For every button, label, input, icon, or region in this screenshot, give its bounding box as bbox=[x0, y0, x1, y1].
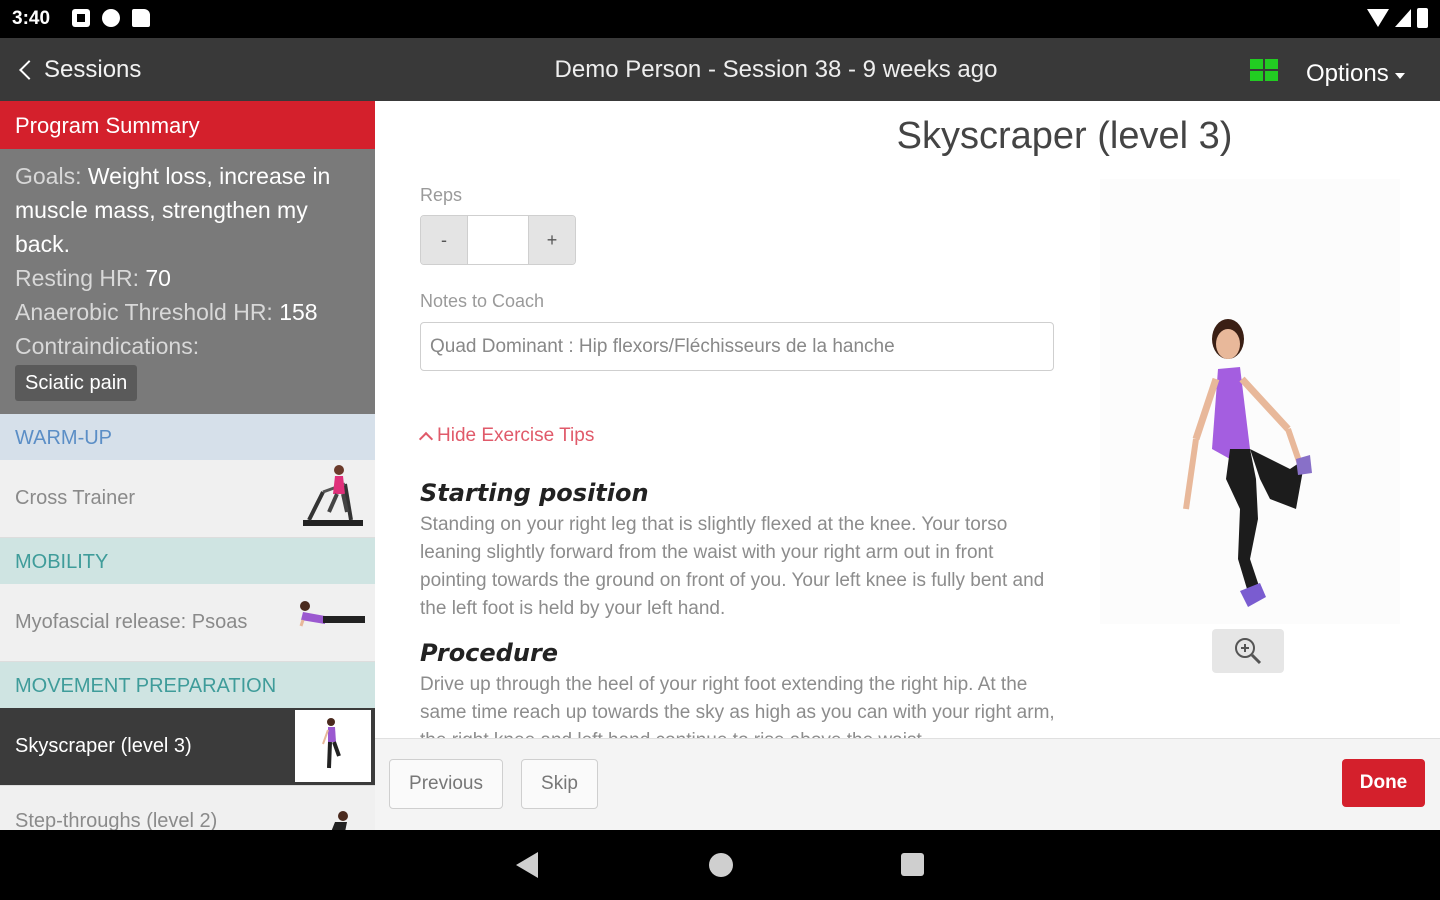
app-bar: Sessions Demo Person - Session 38 - 9 we… bbox=[0, 38, 1440, 101]
app-notification-icon bbox=[102, 9, 120, 27]
sd-card-icon bbox=[132, 9, 150, 27]
section-movement-preparation: MOVEMENT PREPARATION bbox=[0, 662, 375, 708]
anaerobic-hr-line: Anaerobic Threshold HR: 158 bbox=[15, 295, 360, 329]
notes-to-coach-label: Notes to Coach bbox=[420, 291, 545, 311]
skyscraper-thumbnail bbox=[295, 710, 371, 782]
section-warm-up: WARM-UP bbox=[0, 414, 375, 460]
nav-recents-icon[interactable] bbox=[901, 853, 924, 876]
exercise-item-label: Step-throughs (level 2) bbox=[15, 810, 218, 830]
exercise-title: Skyscraper (level 3) bbox=[375, 115, 1440, 158]
resting-hr-value: 70 bbox=[145, 265, 171, 291]
status-notification-icons bbox=[72, 9, 150, 27]
status-time: 3:40 bbox=[12, 8, 51, 29]
page-title: Demo Person - Session 38 - 9 weeks ago bbox=[554, 56, 998, 83]
goals-line: Goals: Weight loss, increase in muscle m… bbox=[15, 159, 360, 261]
notification-icon bbox=[72, 9, 90, 27]
anaerobic-hr-value: 158 bbox=[279, 299, 318, 325]
nav-home-icon[interactable] bbox=[709, 853, 733, 877]
previous-button[interactable]: Previous bbox=[389, 759, 503, 809]
skip-button[interactable]: Skip bbox=[521, 759, 598, 809]
exercise-title-text: Skyscraper (level 3) bbox=[896, 115, 1233, 157]
reps-increment-button[interactable]: + bbox=[529, 216, 575, 264]
system-nav-bar bbox=[0, 830, 1440, 900]
program-summary-header: Program Summary bbox=[0, 101, 375, 149]
reps-stepper: - + bbox=[420, 215, 576, 265]
caret-down-icon bbox=[1394, 73, 1405, 79]
tip-text: Drive up through the heel of your right … bbox=[420, 674, 1055, 738]
signal-icon bbox=[1395, 9, 1411, 27]
status-bar: 3:40 bbox=[0, 0, 1440, 38]
hide-tips-label: Hide Exercise Tips bbox=[437, 425, 595, 446]
notes-to-coach-field[interactable]: Quad Dominant : Hip flexors/Fléchisseurs… bbox=[420, 322, 1054, 371]
battery-icon bbox=[1417, 8, 1428, 28]
exercise-item-label: Skyscraper (level 3) bbox=[15, 735, 192, 757]
exercise-illustration bbox=[1100, 179, 1400, 624]
wifi-icon bbox=[1367, 9, 1389, 27]
status-system-icons bbox=[1367, 8, 1428, 28]
tip-heading: Procedure bbox=[420, 639, 559, 667]
zoom-in-icon bbox=[1235, 638, 1262, 665]
resting-hr-label: Resting HR: bbox=[15, 265, 139, 291]
exercise-item-step-throughs[interactable]: Step-throughs (level 2) bbox=[0, 786, 375, 830]
hide-exercise-tips-link[interactable]: Hide Exercise Tips bbox=[418, 425, 595, 447]
section-mobility: MOBILITY bbox=[0, 538, 375, 584]
reps-decrement-button[interactable]: - bbox=[421, 216, 467, 264]
cross-trainer-thumbnail bbox=[303, 465, 363, 526]
exercise-tips: Starting position Standing on your right… bbox=[420, 479, 1060, 738]
exercise-item-label: Cross Trainer bbox=[15, 487, 136, 509]
nav-back-icon[interactable] bbox=[516, 852, 538, 878]
goals-label: Goals: bbox=[15, 163, 82, 189]
anaerobic-hr-label: Anaerobic Threshold HR: bbox=[15, 299, 273, 325]
zoom-in-button[interactable] bbox=[1212, 629, 1284, 673]
sidebar: Program Summary Goals: Weight loss, incr… bbox=[0, 101, 375, 830]
exercise-item-cross-trainer[interactable]: Cross Trainer bbox=[0, 460, 375, 538]
myofascial-release-thumbnail bbox=[299, 601, 365, 627]
exercise-item-myofascial-release[interactable]: Myofascial release: Psoas bbox=[0, 584, 375, 662]
step-throughs-thumbnail bbox=[331, 811, 348, 830]
grid-view-icon[interactable] bbox=[1250, 59, 1278, 81]
reps-input[interactable] bbox=[467, 216, 529, 264]
resting-hr-line: Resting HR: 70 bbox=[15, 261, 360, 295]
done-button[interactable]: Done bbox=[1342, 759, 1425, 807]
exercise-detail-panel: Skyscraper (level 3) Reps - + Notes to C… bbox=[375, 101, 1440, 738]
tip-text: Standing on your right leg that is sligh… bbox=[420, 514, 1045, 619]
chevron-up-icon bbox=[418, 431, 434, 446]
program-summary: Goals: Weight loss, increase in muscle m… bbox=[0, 149, 375, 414]
tip-heading: Starting position bbox=[420, 479, 649, 507]
contraindication-tag: Sciatic pain bbox=[15, 365, 138, 401]
exercise-item-skyscraper[interactable]: Skyscraper (level 3) bbox=[0, 708, 375, 786]
options-menu-button[interactable]: Options bbox=[1306, 60, 1405, 88]
contraindications-label: Contraindications: bbox=[15, 333, 200, 359]
reps-label: Reps bbox=[420, 185, 463, 205]
options-label: Options bbox=[1306, 60, 1389, 87]
exercise-item-label: Myofascial release: Psoas bbox=[15, 611, 248, 633]
action-bar: Previous Skip Done bbox=[375, 738, 1440, 830]
